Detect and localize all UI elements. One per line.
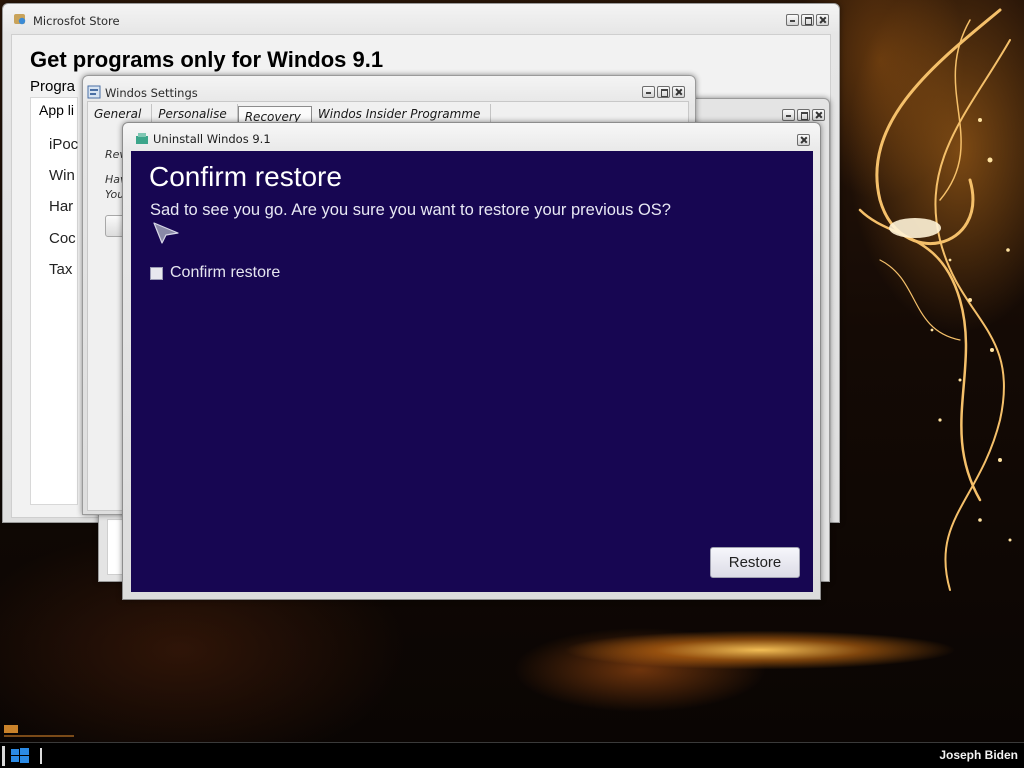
checkbox-label: Confirm restore xyxy=(170,264,281,281)
store-app-list: App li iPoc Win Har Coc Tax xyxy=(30,97,78,505)
dialog-close-button[interactable] xyxy=(797,134,810,146)
dialog-heading: Confirm restore xyxy=(149,161,342,192)
taskbar-divider xyxy=(40,748,42,764)
settings-app-icon xyxy=(87,85,101,99)
tab-windos-insider-programme[interactable]: Windos Insider Programme xyxy=(312,104,492,124)
store-app-list-header: App li xyxy=(39,102,75,118)
store-heading: Get programs only for Windos 9.1 xyxy=(30,47,384,72)
store-app-item[interactable]: Tax xyxy=(49,261,72,278)
store-app-icon xyxy=(14,14,26,25)
restore-button[interactable]: Restore xyxy=(710,547,800,578)
store-close-button[interactable] xyxy=(816,14,829,26)
taskbar: Joseph Biden xyxy=(0,742,1024,768)
uninstall-app-icon xyxy=(136,133,148,144)
dialog-body: Confirm restore Sad to see you go. Are y… xyxy=(131,151,813,592)
background-maximize-button[interactable] xyxy=(797,109,810,121)
wallpaper-swirl-graphic xyxy=(858,8,1012,591)
store-maximize-button[interactable] xyxy=(801,14,814,26)
store-app-item[interactable]: Har xyxy=(49,198,73,215)
store-programs-label: Progra xyxy=(30,78,76,95)
store-app-item[interactable]: iPoc xyxy=(49,136,78,153)
store-app-item[interactable]: Coc xyxy=(49,230,76,247)
store-window-title: Microsfot Store xyxy=(33,14,120,28)
dialog-question: Sad to see you go. Are you sure you want… xyxy=(150,201,671,219)
tab-general[interactable]: General xyxy=(88,104,153,124)
windows-logo-icon[interactable] xyxy=(2,746,32,766)
settings-close-button[interactable] xyxy=(672,86,685,98)
store-minimize-button[interactable] xyxy=(786,14,799,26)
settings-maximize-button[interactable] xyxy=(657,86,670,98)
taskbar-user-name[interactable]: Joseph Biden xyxy=(939,748,1018,762)
background-minimize-button[interactable] xyxy=(782,109,795,121)
settings-minimize-button[interactable] xyxy=(642,86,655,98)
confirm-restore-checkbox[interactable]: Confirm restore xyxy=(150,264,280,282)
uninstall-dialog: Uninstall Windos 9.1 Confirm restore Sad… xyxy=(122,122,821,600)
background-close-button[interactable] xyxy=(812,109,825,121)
wallpaper-watermark-logo xyxy=(4,725,74,737)
store-app-item[interactable]: Win xyxy=(49,167,75,184)
checkbox-box[interactable] xyxy=(150,266,163,280)
settings-window-title: Windos Settings xyxy=(105,86,198,100)
tab-personalise[interactable]: Personalise xyxy=(152,104,238,124)
mouse-pointer-icon xyxy=(153,222,179,244)
dialog-title: Uninstall Windos 9.1 xyxy=(153,132,271,146)
